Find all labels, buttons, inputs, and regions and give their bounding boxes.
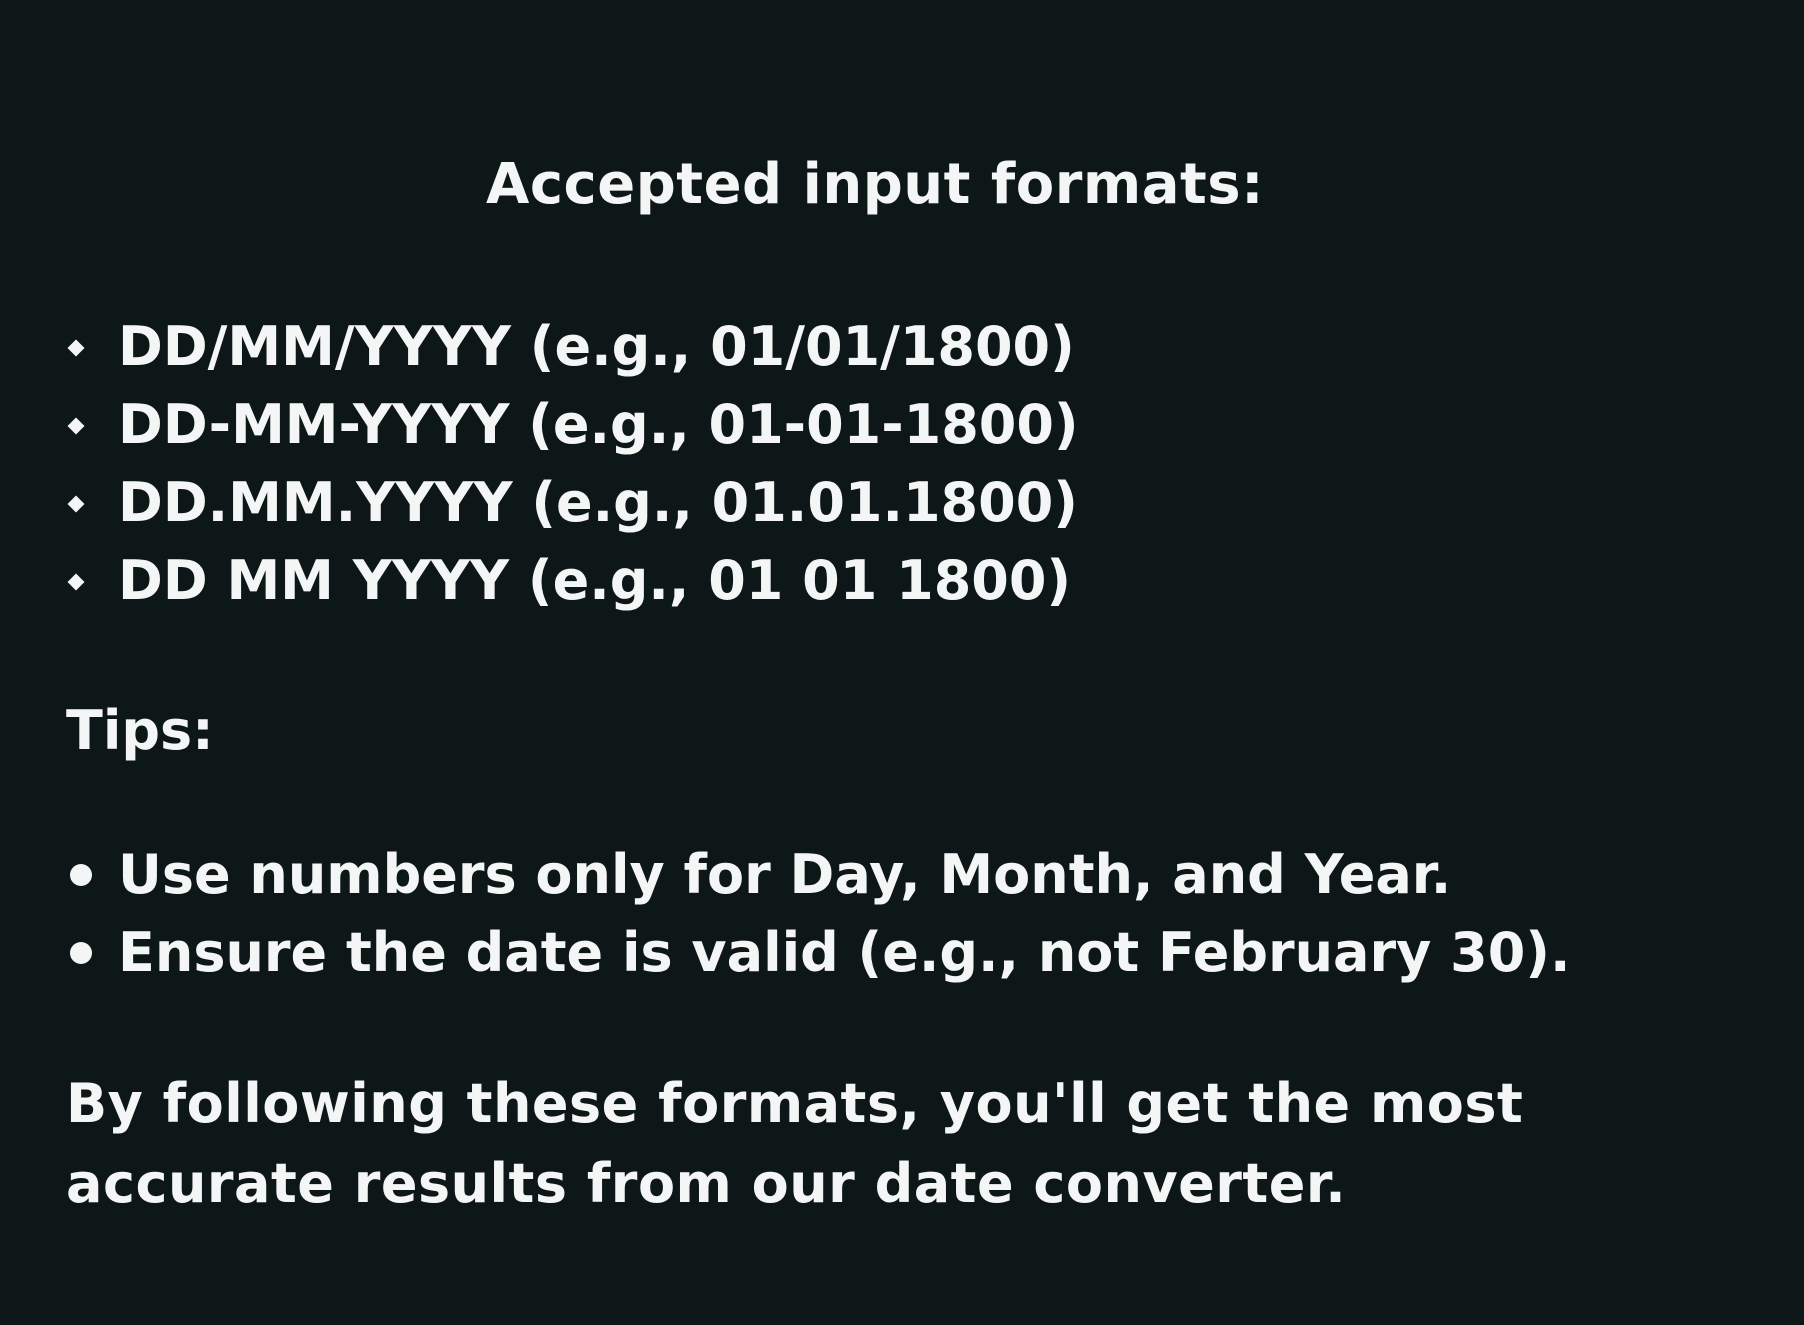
closing-paragraph: By following these formats, you'll get t… [66, 1072, 1524, 1215]
tip-list-item: Use numbers only for Day, Month, and Yea… [66, 836, 1570, 914]
tip-text: Use numbers only for Day, Month, and Yea… [118, 843, 1452, 906]
format-text: DD.MM.YYYY (e.g., 01.01.1800) [118, 471, 1078, 534]
tip-list-item: Ensure the date is valid (e.g., not Febr… [66, 914, 1570, 992]
diamond-bullet-icon [66, 308, 118, 386]
tips-list: Use numbers only for Day, Month, and Yea… [66, 836, 1570, 992]
tip-text: Ensure the date is valid (e.g., not Febr… [118, 921, 1571, 984]
diamond-bullet-icon [66, 542, 118, 620]
tips-heading: Tips: [66, 699, 214, 762]
dot-bullet-icon [66, 914, 118, 992]
accepted-formats-heading: Accepted input formats: [486, 152, 1264, 217]
format-list-item: DD MM YYYY (e.g., 01 01 1800) [66, 542, 1079, 620]
dot-bullet-icon [66, 836, 118, 914]
accepted-formats-list: DD/MM/YYYY (e.g., 01/01/1800) DD-MM-YYYY… [66, 308, 1079, 620]
format-list-item: DD-MM-YYYY (e.g., 01-01-1800) [66, 386, 1079, 464]
diamond-bullet-icon [66, 464, 118, 542]
format-text: DD-MM-YYYY (e.g., 01-01-1800) [118, 393, 1079, 456]
format-list-item: DD/MM/YYYY (e.g., 01/01/1800) [66, 308, 1079, 386]
date-format-help-panel: Accepted input formats: DD/MM/YYYY (e.g.… [0, 0, 1804, 1325]
diamond-bullet-icon [66, 386, 118, 464]
format-text: DD MM YYYY (e.g., 01 01 1800) [118, 549, 1072, 612]
format-text: DD/MM/YYYY (e.g., 01/01/1800) [118, 315, 1075, 378]
format-list-item: DD.MM.YYYY (e.g., 01.01.1800) [66, 464, 1079, 542]
